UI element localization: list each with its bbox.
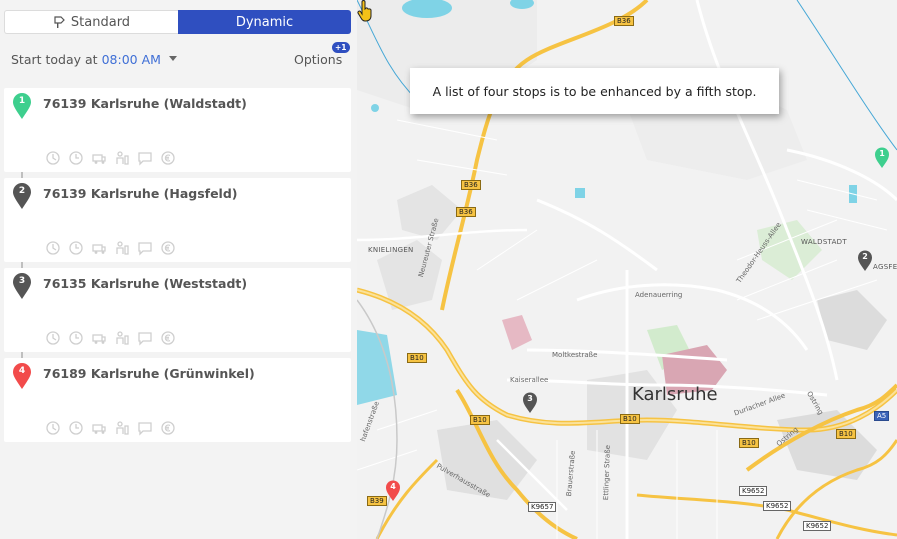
tooltip-text: A list of four stops is to be enhanced b… xyxy=(432,83,757,99)
vehicle-icon[interactable] xyxy=(91,420,107,436)
comment-icon[interactable] xyxy=(137,420,153,436)
road-shield: B36 xyxy=(461,180,481,190)
timer-icon[interactable] xyxy=(45,240,61,256)
stop-number: 3 xyxy=(18,276,26,286)
map-view[interactable]: B36 B36 B36 B10 B10 B10 B10 B10 B39 K965… xyxy=(357,0,897,539)
clock-icon[interactable] xyxy=(68,420,84,436)
road-shield: B10 xyxy=(836,429,856,439)
tab-standard[interactable]: Standard xyxy=(4,10,178,34)
stop-name: 76135 Karlsruhe (Weststadt) xyxy=(43,276,248,291)
person-icon[interactable] xyxy=(114,330,130,346)
map-stop-pin[interactable]: 1 xyxy=(874,147,890,169)
stop-pin: 2 xyxy=(12,183,32,210)
stop-card[interactable]: 76139 Karlsruhe (Hagsfeld) xyxy=(4,178,351,262)
stop-actions xyxy=(45,240,176,256)
road-shield: B10 xyxy=(407,353,427,363)
chevron-down-icon[interactable] xyxy=(168,56,177,62)
road-shield: K9652 xyxy=(803,521,832,531)
road-shield: K9652 xyxy=(763,501,792,511)
stop-card[interactable]: 76189 Karlsruhe (Grünwinkel) xyxy=(4,358,351,442)
euro-icon[interactable] xyxy=(160,240,176,256)
road-shield: B10 xyxy=(620,414,640,424)
stop-name: 76139 Karlsruhe (Waldstadt) xyxy=(43,96,247,111)
timer-icon[interactable] xyxy=(45,420,61,436)
road-shield: B10 xyxy=(739,438,759,448)
stop-number: 1 xyxy=(18,96,26,106)
euro-icon[interactable] xyxy=(160,150,176,166)
stop-actions xyxy=(45,150,176,166)
vehicle-icon[interactable] xyxy=(91,240,107,256)
street-label: Moltkestraße xyxy=(552,351,598,359)
city-label: Karlsruhe xyxy=(632,384,718,405)
stop-actions xyxy=(45,330,176,346)
map-stop-pin[interactable]: 3 xyxy=(522,392,538,414)
map-stop-pin[interactable]: 4 xyxy=(385,480,401,502)
road-shield: B39 xyxy=(367,496,387,506)
options-count-badge: +1 xyxy=(332,42,350,53)
comment-icon[interactable] xyxy=(137,150,153,166)
instruction-tooltip: A list of four stops is to be enhanced b… xyxy=(410,68,779,114)
map-stop-pin[interactable]: 2 xyxy=(857,250,873,272)
timer-icon[interactable] xyxy=(45,150,61,166)
road-shield: B36 xyxy=(614,16,634,26)
stop-card[interactable]: 76139 Karlsruhe (Waldstadt) xyxy=(4,88,351,172)
clock-icon[interactable] xyxy=(68,330,84,346)
road-shield: B36 xyxy=(456,207,476,217)
stop-name: 76139 Karlsruhe (Hagsfeld) xyxy=(43,186,238,201)
start-prefix: Start today at xyxy=(11,51,98,67)
comment-icon[interactable] xyxy=(137,240,153,256)
mode-switch: Standard Dynamic xyxy=(4,10,351,34)
person-icon[interactable] xyxy=(114,420,130,436)
euro-icon[interactable] xyxy=(160,330,176,346)
tab-standard-label: Standard xyxy=(70,14,131,30)
euro-icon[interactable] xyxy=(160,420,176,436)
tab-dynamic-label: Dynamic xyxy=(235,14,294,30)
stop-actions xyxy=(45,420,176,436)
person-icon[interactable] xyxy=(114,240,130,256)
clock-icon[interactable] xyxy=(68,150,84,166)
comment-icon[interactable] xyxy=(137,330,153,346)
stop-number: 4 xyxy=(18,366,26,376)
road-shield: K9657 xyxy=(528,502,557,512)
stop-pin: 1 xyxy=(12,93,32,120)
person-icon[interactable] xyxy=(114,150,130,166)
district-label: WALDSTADT xyxy=(801,238,847,246)
stop-number: 2 xyxy=(18,186,26,196)
route-sign-icon xyxy=(54,16,65,28)
vehicle-icon[interactable] xyxy=(91,330,107,346)
map-pin-number: 4 xyxy=(390,482,396,491)
road-shield: A5 xyxy=(874,411,890,421)
street-label: Kaiserallee xyxy=(510,376,549,384)
district-label: KNIELINGEN xyxy=(368,246,414,254)
options-button[interactable]: Options xyxy=(294,52,342,67)
map-pin-number: 3 xyxy=(527,394,533,403)
map-pin-number: 1 xyxy=(879,149,885,158)
tab-dynamic[interactable]: Dynamic xyxy=(178,10,351,34)
street-label: Adenauerring xyxy=(635,291,683,299)
start-time-value[interactable]: 08:00 AM xyxy=(102,52,161,67)
timer-icon[interactable] xyxy=(45,330,61,346)
clock-icon[interactable] xyxy=(68,240,84,256)
stop-card[interactable]: 76135 Karlsruhe (Weststadt) xyxy=(4,268,351,352)
vehicle-icon[interactable] xyxy=(91,150,107,166)
road-shield: K9652 xyxy=(739,486,768,496)
stop-pin: 4 xyxy=(12,363,32,390)
map-pin-number: 2 xyxy=(862,252,868,261)
stop-name: 76189 Karlsruhe (Grünwinkel) xyxy=(43,366,255,381)
route-panel: Standard Dynamic Start today at 08:00 AM… xyxy=(0,0,357,539)
road-shield: B10 xyxy=(470,415,490,425)
hand-cursor-icon xyxy=(357,0,372,22)
district-label: AGSFELD xyxy=(873,263,897,271)
stop-pin: 3 xyxy=(12,273,32,300)
